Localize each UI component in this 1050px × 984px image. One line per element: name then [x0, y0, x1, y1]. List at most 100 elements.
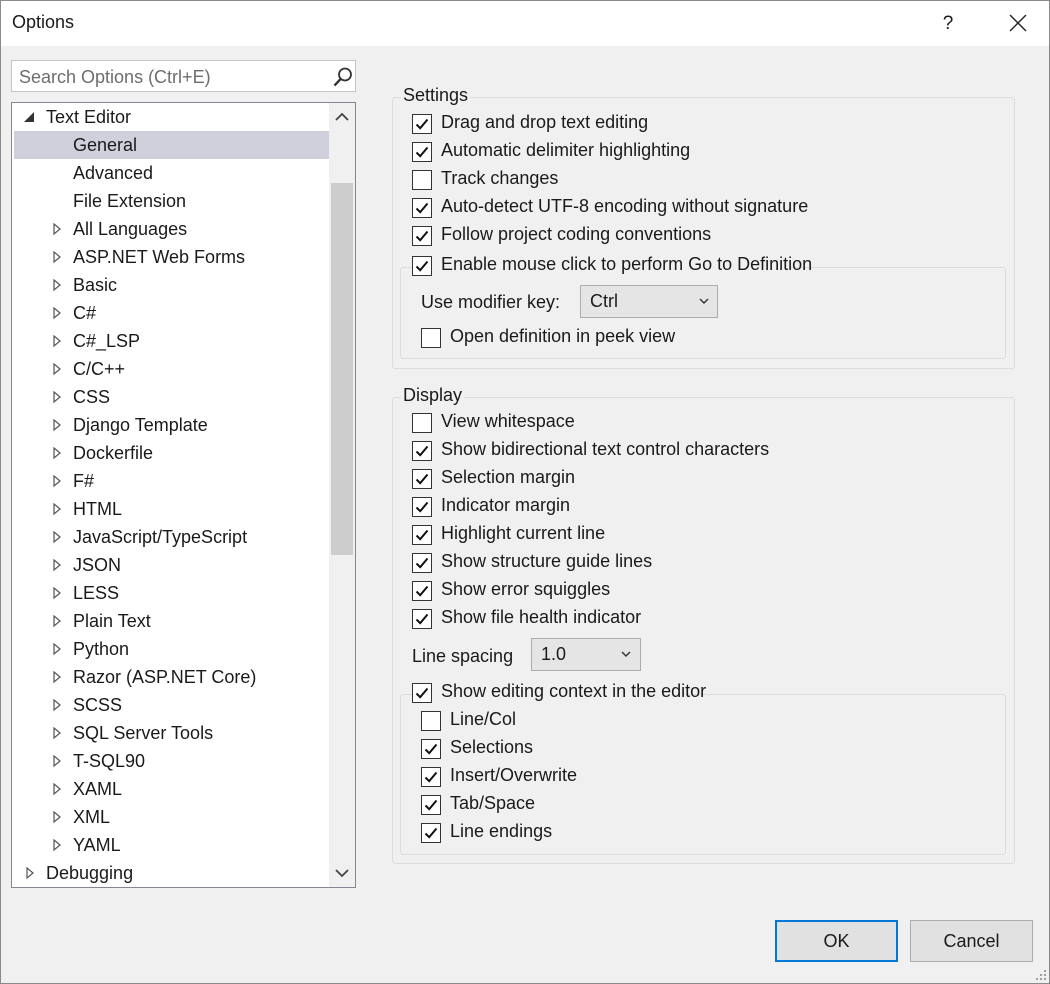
checkbox[interactable] [412, 170, 432, 190]
tree-item[interactable]: Text Editor [14, 103, 329, 131]
search-input[interactable] [19, 66, 319, 88]
collapsed-arrow-icon[interactable] [50, 271, 64, 299]
checkbox[interactable] [421, 767, 441, 787]
collapsed-arrow-icon[interactable] [50, 635, 64, 663]
collapsed-arrow-icon[interactable] [50, 719, 64, 747]
checkbox[interactable] [412, 114, 432, 134]
checkbox[interactable] [412, 142, 432, 162]
tree-item[interactable]: Dockerfile [14, 439, 329, 467]
checkbox[interactable] [412, 256, 432, 276]
checkbox[interactable] [412, 226, 432, 246]
collapsed-arrow-icon[interactable] [50, 495, 64, 523]
collapsed-arrow-icon[interactable] [50, 383, 64, 411]
tree-item[interactable]: CSS [14, 383, 329, 411]
checkbox[interactable] [412, 469, 432, 489]
tree-item[interactable]: F# [14, 467, 329, 495]
tree-item[interactable]: ASP.NET Web Forms [14, 243, 329, 271]
collapsed-arrow-icon[interactable] [50, 831, 64, 859]
checkbox[interactable] [412, 609, 432, 629]
tree-item-label: C/C++ [73, 359, 126, 379]
modifier-key-label: Use modifier key: [421, 292, 561, 312]
search-box[interactable] [11, 60, 356, 92]
collapsed-arrow-icon[interactable] [50, 439, 64, 467]
checkbox[interactable] [412, 553, 432, 573]
tree-item[interactable]: Advanced [14, 159, 329, 187]
tree-item[interactable]: Django Template [14, 411, 329, 439]
scrollbar-thumb[interactable] [331, 183, 353, 555]
tree-item[interactable]: YAML [14, 831, 329, 859]
checkbox[interactable] [412, 198, 432, 218]
tree-item[interactable]: Python [14, 635, 329, 663]
ok-button[interactable]: OK [775, 920, 898, 962]
collapsed-arrow-icon[interactable] [50, 523, 64, 551]
collapsed-arrow-icon[interactable] [50, 299, 64, 327]
collapsed-arrow-icon[interactable] [50, 467, 64, 495]
tree-item[interactable]: T-SQL90 [14, 747, 329, 775]
tree-item[interactable]: C#_LSP [14, 327, 329, 355]
tree-item-label: Debugging [46, 863, 134, 883]
collapsed-arrow-icon[interactable] [50, 607, 64, 635]
checkbox[interactable] [421, 711, 441, 731]
collapsed-arrow-icon[interactable] [50, 215, 64, 243]
checkbox[interactable] [412, 683, 432, 703]
tree-item-label: Text Editor [46, 107, 132, 127]
editing-context-option[interactable]: Show editing context in the editor [412, 680, 706, 706]
tree-scrollbar[interactable] [329, 103, 355, 887]
checkbox[interactable] [412, 413, 432, 433]
modifier-key-select[interactable]: Ctrl [580, 285, 718, 318]
tree-item-label: SQL Server Tools [73, 723, 214, 743]
tree-item[interactable]: SCSS [14, 691, 329, 719]
tree-item-label: T-SQL90 [73, 751, 146, 771]
tree-item[interactable]: Basic [14, 271, 329, 299]
close-button[interactable] [997, 1, 1039, 46]
checkbox[interactable] [412, 497, 432, 517]
collapsed-arrow-icon[interactable] [50, 803, 64, 831]
collapsed-arrow-icon[interactable] [50, 775, 64, 803]
tree-item[interactable]: HTML [14, 495, 329, 523]
collapsed-arrow-icon[interactable] [50, 551, 64, 579]
tree-item[interactable]: JavaScript/TypeScript [14, 523, 329, 551]
cancel-button[interactable]: Cancel [910, 920, 1033, 962]
tree-item-label: XML [73, 807, 111, 827]
options-tree[interactable]: Text Editor General Advanced File Extension… [11, 102, 356, 888]
tree-item[interactable]: C# [14, 299, 329, 327]
collapsed-arrow-icon[interactable] [50, 327, 64, 355]
tree-item-label: JavaScript/TypeScript [73, 527, 248, 547]
tree-item[interactable]: Razor (ASP.NET Core) [14, 663, 329, 691]
tree-item[interactable]: LESS [14, 579, 329, 607]
tree-item[interactable]: SQL Server Tools [14, 719, 329, 747]
collapsed-arrow-icon[interactable] [50, 355, 64, 383]
tree-item[interactable]: All Languages [14, 215, 329, 243]
collapsed-arrow-icon[interactable] [50, 579, 64, 607]
tree-item[interactable]: XML [14, 803, 329, 831]
tree-item[interactable]: Plain Text [14, 607, 329, 635]
collapsed-arrow-icon[interactable] [50, 411, 64, 439]
collapsed-arrow-icon[interactable] [50, 243, 64, 271]
tree-item[interactable]: C/C++ [14, 355, 329, 383]
scroll-up-button[interactable] [329, 103, 355, 131]
expanded-arrow-icon[interactable] [23, 103, 37, 131]
checkbox[interactable] [421, 823, 441, 843]
checkbox[interactable] [412, 441, 432, 461]
tree-item[interactable]: General [14, 131, 329, 159]
search-icon[interactable] [332, 66, 354, 88]
checkbox[interactable] [412, 581, 432, 601]
collapsed-arrow-icon[interactable] [50, 663, 64, 691]
tree-item[interactable]: JSON [14, 551, 329, 579]
help-button[interactable]: ? [931, 1, 965, 46]
checkbox[interactable] [421, 739, 441, 759]
goto-definition-option[interactable]: Enable mouse click to perform Go to Defi… [412, 253, 812, 279]
resize-grip-icon[interactable] [1035, 969, 1047, 981]
collapsed-arrow-icon[interactable] [50, 747, 64, 775]
collapsed-arrow-icon[interactable] [50, 691, 64, 719]
checkbox[interactable] [421, 328, 441, 348]
checkbox[interactable] [412, 525, 432, 545]
scroll-down-button[interactable] [329, 859, 355, 887]
tree-item-label: HTML [73, 499, 122, 519]
line-spacing-select[interactable]: 1.0 [531, 638, 641, 671]
tree-item[interactable]: File Extension [14, 187, 329, 215]
tree-item[interactable]: Debugging [14, 859, 329, 887]
collapsed-arrow-icon[interactable] [23, 859, 37, 887]
checkbox[interactable] [421, 795, 441, 815]
tree-item[interactable]: XAML [14, 775, 329, 803]
